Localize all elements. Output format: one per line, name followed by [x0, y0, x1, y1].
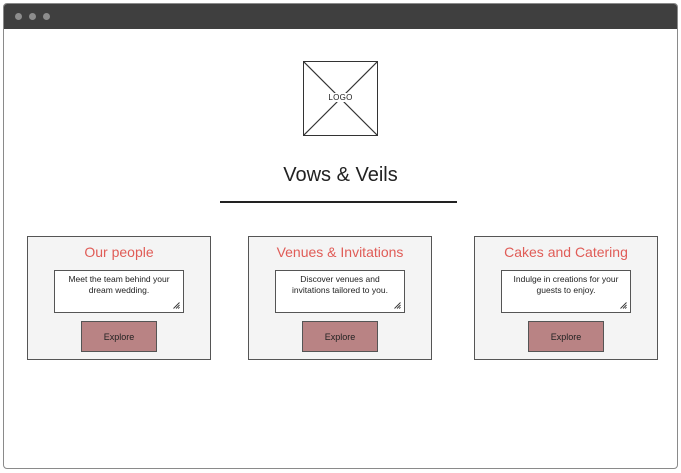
logo-placeholder: LOGO	[303, 61, 378, 136]
window-close-dot[interactable]	[15, 13, 22, 20]
card-description-textarea[interactable]: Discover venues and invitations tailored…	[275, 270, 405, 313]
card-description: Indulge in creations for your guests to …	[513, 274, 619, 295]
browser-window: LOGO Vows & Veils Our people Meet the te…	[3, 3, 678, 469]
card-venues-invitations: Venues & Invitations Discover venues and…	[248, 236, 432, 360]
card-cakes-catering: Cakes and Catering Indulge in creations …	[474, 236, 658, 360]
card-description: Meet the team behind your dream wedding.	[68, 274, 170, 295]
card-description-textarea[interactable]: Indulge in creations for your guests to …	[501, 270, 631, 313]
explore-button[interactable]: Explore	[81, 321, 157, 352]
window-minimize-dot[interactable]	[29, 13, 36, 20]
resize-handle-icon[interactable]	[394, 302, 401, 309]
window-titlebar	[4, 4, 677, 29]
card-description: Discover venues and invitations tailored…	[292, 274, 388, 295]
explore-button[interactable]: Explore	[302, 321, 378, 352]
window-maximize-dot[interactable]	[43, 13, 50, 20]
title-divider	[220, 201, 457, 203]
card-title: Cakes and Catering	[504, 244, 628, 260]
resize-handle-icon[interactable]	[620, 302, 627, 309]
explore-button[interactable]: Explore	[528, 321, 604, 352]
page-title: Vows & Veils	[283, 164, 398, 186]
card-description-textarea[interactable]: Meet the team behind your dream wedding.	[54, 270, 184, 313]
resize-handle-icon[interactable]	[173, 302, 180, 309]
card-our-people: Our people Meet the team behind your dre…	[27, 236, 211, 360]
logo-label: LOGO	[327, 93, 354, 102]
card-title: Venues & Invitations	[276, 244, 404, 260]
card-title: Our people	[84, 244, 154, 260]
